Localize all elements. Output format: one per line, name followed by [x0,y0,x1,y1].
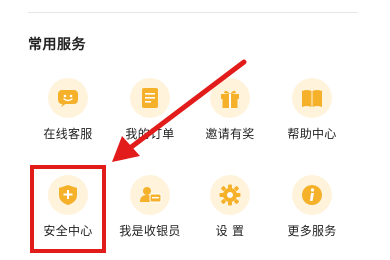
service-settings[interactable]: 设 置 [188,175,272,255]
service-cashier[interactable]: 我是收银员 [108,175,192,255]
cashier-card-icon [130,175,170,215]
service-label: 在线客服 [43,127,93,141]
service-my-orders[interactable]: 我的订单 [108,78,192,158]
service-more[interactable]: 更多服务 [270,175,354,255]
book-icon [292,78,332,118]
service-help-center[interactable]: 帮助中心 [270,78,354,158]
service-label: 更多服务 [287,224,337,238]
service-label: 我的订单 [125,127,175,141]
top-divider [28,12,358,13]
gift-icon [210,78,250,118]
service-label: 邀请有奖 [205,127,255,141]
annotation-highlight-box [30,165,106,253]
section-title: 常用服务 [28,37,86,53]
service-label: 设 置 [215,224,245,238]
chat-icon [48,78,88,118]
service-invite-reward[interactable]: 邀请有奖 [188,78,272,158]
info-icon [292,175,332,215]
service-label: 帮助中心 [287,127,337,141]
service-online-support[interactable]: 在线客服 [26,78,110,158]
document-icon [130,78,170,118]
service-label: 我是收银员 [119,224,181,238]
gear-icon [210,175,250,215]
